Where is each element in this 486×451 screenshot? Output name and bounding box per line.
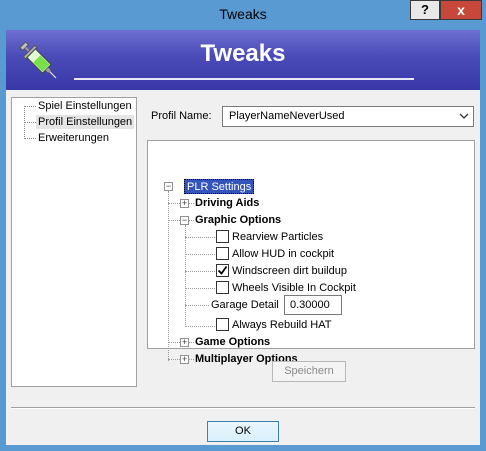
- nav-item-erweiterungen[interactable]: Erweiterungen: [36, 131, 111, 145]
- expand-icon[interactable]: +: [180, 199, 189, 208]
- garage-detail-input[interactable]: 0.30000: [284, 295, 342, 315]
- allow-hud-checkbox[interactable]: [216, 247, 229, 260]
- tree-line: [185, 305, 209, 306]
- collapse-icon[interactable]: −: [164, 182, 173, 191]
- tree-root-plr-settings[interactable]: PLR Settings: [184, 179, 255, 194]
- profile-name-value: PlayerNameNeverUsed: [229, 110, 345, 122]
- expand-icon[interactable]: +: [180, 338, 189, 347]
- settings-nav-tree[interactable]: Spiel Einstellungen Profil Einstellungen…: [11, 97, 137, 387]
- nav-tree-connector: [24, 106, 36, 107]
- syringe-icon: [19, 41, 57, 79]
- ok-button[interactable]: OK: [207, 421, 279, 442]
- allow-hud-label: Allow HUD in cockpit: [232, 248, 335, 260]
- nav-item-profil-einstellungen[interactable]: Profil Einstellungen: [36, 115, 135, 129]
- close-button[interactable]: x: [440, 0, 482, 20]
- rearview-particles-label: Rearview Particles: [232, 231, 324, 243]
- always-rebuild-hat-label: Always Rebuild HAT: [232, 319, 332, 331]
- save-button[interactable]: Speichern: [272, 361, 346, 382]
- profile-name-label: Profil Name:: [151, 110, 212, 122]
- tree-node-graphic-options[interactable]: Graphic Options: [195, 213, 281, 228]
- windscreen-dirt-checkbox[interactable]: [216, 264, 229, 277]
- tree-line: [185, 225, 186, 327]
- expand-icon[interactable]: +: [180, 355, 189, 364]
- always-rebuild-hat-checkbox[interactable]: [216, 318, 229, 331]
- dialog-client-area: Tweaks Spiel Einstellungen Profil Einste…: [6, 30, 480, 445]
- nav-item-spiel-einstellungen[interactable]: Spiel Einstellungen: [36, 99, 134, 113]
- footer-divider: [11, 407, 475, 409]
- tree-node-game-options[interactable]: Game Options: [195, 335, 270, 350]
- profile-name-select[interactable]: PlayerNameNeverUsed: [222, 106, 474, 127]
- banner-divider: [74, 78, 414, 80]
- wheels-visible-checkbox[interactable]: [216, 281, 229, 294]
- tree-line: [185, 326, 215, 327]
- tree-line: [185, 271, 215, 272]
- tree-line: [185, 254, 215, 255]
- chevron-down-icon: [459, 113, 469, 119]
- windscreen-dirt-label: Windscreen dirt buildup: [232, 265, 347, 277]
- tree-node-driving-aids[interactable]: Driving Aids: [195, 196, 259, 211]
- checkmark-icon: [217, 265, 228, 275]
- tree-line: [185, 288, 215, 289]
- header-banner: Tweaks: [6, 30, 480, 90]
- tree-line: [168, 191, 169, 361]
- nav-tree-connector: [24, 122, 36, 123]
- banner-title: Tweaks: [200, 40, 286, 67]
- collapse-icon[interactable]: −: [180, 216, 189, 225]
- tweaks-window: Tweaks ? x Tweaks Spiel Einstellungen Pr…: [0, 0, 486, 451]
- title-bar[interactable]: Tweaks ? x: [0, 0, 486, 30]
- tree-line: [185, 237, 215, 238]
- help-button[interactable]: ?: [410, 0, 440, 20]
- rearview-particles-checkbox[interactable]: [216, 230, 229, 243]
- nav-tree-connector: [24, 138, 36, 139]
- garage-detail-label: Garage Detail: [211, 299, 279, 311]
- wheels-visible-label: Wheels Visible In Cockpit: [232, 282, 356, 294]
- plr-settings-tree[interactable]: − PLR Settings + Driving Aids − Graphic …: [147, 140, 475, 365]
